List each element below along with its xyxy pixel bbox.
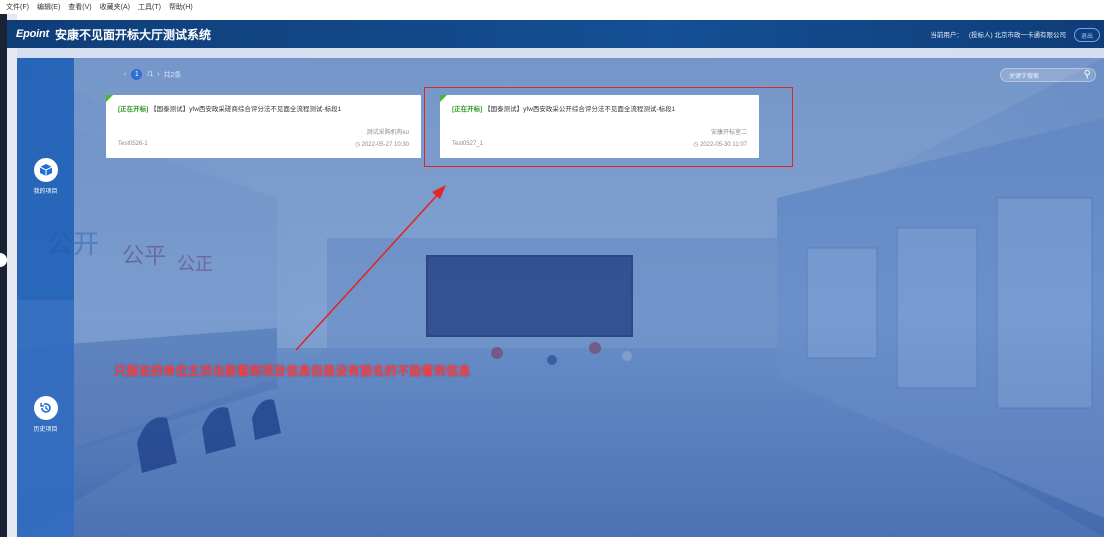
annotation-note: 只报名的单位主页也能看到项目信息但是没有报名的不能看到信息 [114, 364, 471, 378]
annotation-arrow [295, 185, 446, 351]
